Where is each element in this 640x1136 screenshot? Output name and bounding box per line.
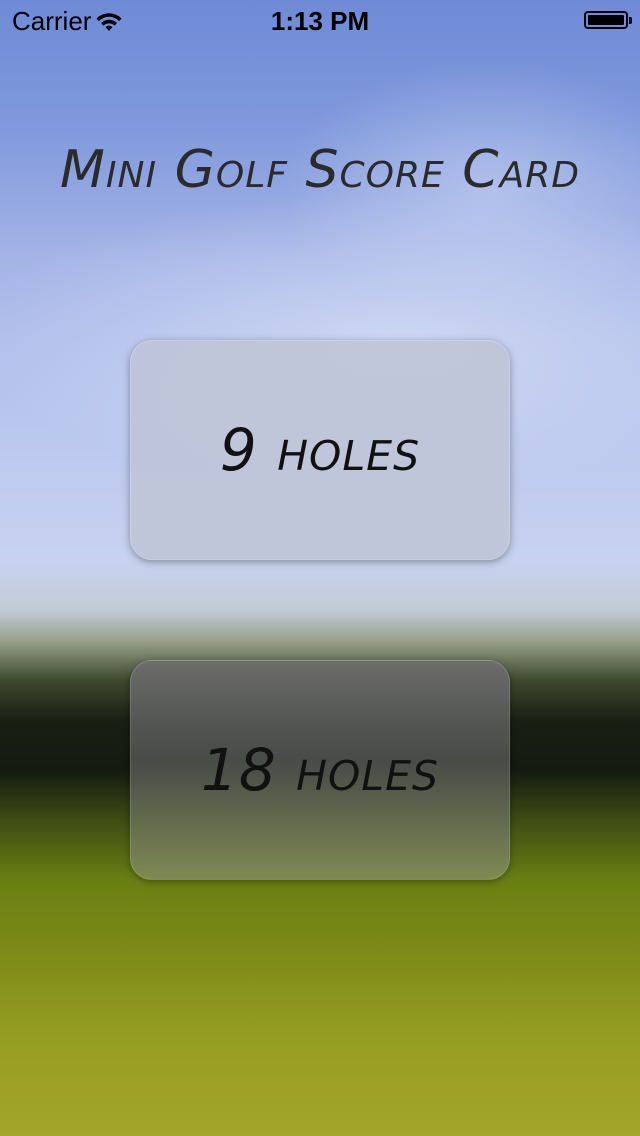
battery-level — [588, 15, 624, 25]
battery-icon — [584, 11, 632, 29]
nine-holes-button[interactable]: 9 holes — [130, 340, 510, 560]
battery-cap — [629, 17, 632, 24]
eighteen-holes-label: 18 holes — [200, 736, 440, 804]
app-screen: Carrier 1:13 PM Mini Golf Score Card 9 h… — [0, 0, 640, 1136]
nine-holes-label: 9 holes — [219, 416, 421, 484]
page-title: Mini Golf Score Card — [60, 140, 580, 200]
eighteen-holes-button[interactable]: 18 holes — [130, 660, 510, 880]
status-bar: Carrier 1:13 PM — [0, 0, 640, 40]
status-time: 1:13 PM — [270, 6, 370, 36]
